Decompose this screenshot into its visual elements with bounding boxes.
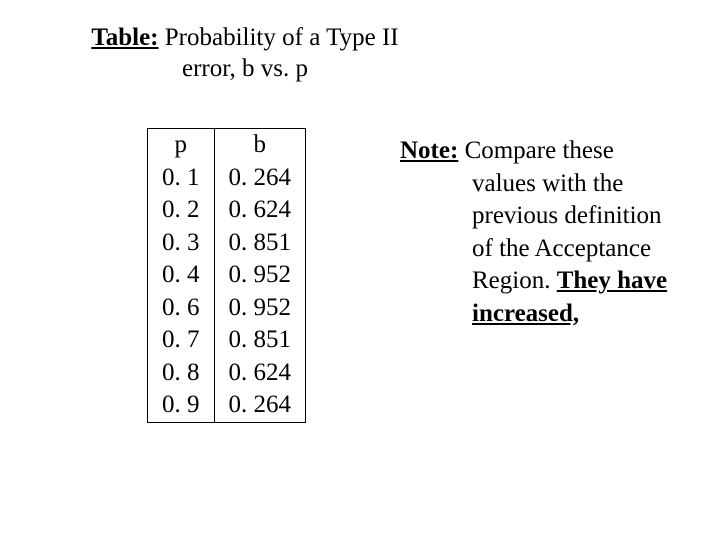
title-text-1: Probability of a Type II xyxy=(159,24,399,51)
title-text-2b: vs. xyxy=(255,55,296,82)
cell-pi: 0. 7 xyxy=(148,324,215,357)
title-lead: Table: xyxy=(91,24,158,51)
table-row: 0. 60. 952 xyxy=(148,292,306,325)
cell-beta: 0. 952 xyxy=(214,259,306,292)
table-row: 0. 20. 624 xyxy=(148,194,306,227)
col-header-pi: p xyxy=(148,129,215,162)
slide-title: Table: Probability of a Type II error, b… xyxy=(75,22,415,85)
cell-pi: 0. 2 xyxy=(148,194,215,227)
probability-table: p b 0. 10. 264 0. 20. 624 0. 30. 851 0. … xyxy=(147,128,306,423)
note-lead: Note: xyxy=(400,137,458,164)
cell-beta: 0. 851 xyxy=(214,324,306,357)
table-row: 0. 80. 624 xyxy=(148,357,306,390)
note-block: Note: Compare these values with the prev… xyxy=(400,135,680,330)
slide: Table: Probability of a Type II error, b… xyxy=(0,0,720,540)
col-header-beta: b xyxy=(214,129,306,162)
table-row: 0. 30. 851 xyxy=(148,227,306,260)
cell-pi: 0. 3 xyxy=(148,227,215,260)
title-text-2a: error, xyxy=(182,55,242,82)
beta-header-symbol: b xyxy=(254,131,267,158)
cell-beta: 0. 264 xyxy=(214,162,306,195)
table-row: 0. 70. 851 xyxy=(148,324,306,357)
pi-header-symbol: p xyxy=(175,131,188,158)
cell-beta: 0. 624 xyxy=(214,357,306,390)
table-header-row: p b xyxy=(148,129,306,162)
beta-symbol: b xyxy=(242,55,255,82)
table-row: 0. 90. 264 xyxy=(148,389,306,422)
cell-pi: 0. 8 xyxy=(148,357,215,390)
cell-beta: 0. 851 xyxy=(214,227,306,260)
cell-pi: 0. 9 xyxy=(148,389,215,422)
cell-pi: 0. 4 xyxy=(148,259,215,292)
table-row: 0. 10. 264 xyxy=(148,162,306,195)
cell-beta: 0. 624 xyxy=(214,194,306,227)
cell-pi: 0. 6 xyxy=(148,292,215,325)
pi-symbol: p xyxy=(296,55,309,82)
cell-beta: 0. 952 xyxy=(214,292,306,325)
table-row: 0. 40. 952 xyxy=(148,259,306,292)
cell-beta: 0. 264 xyxy=(214,389,306,422)
cell-pi: 0. 1 xyxy=(148,162,215,195)
